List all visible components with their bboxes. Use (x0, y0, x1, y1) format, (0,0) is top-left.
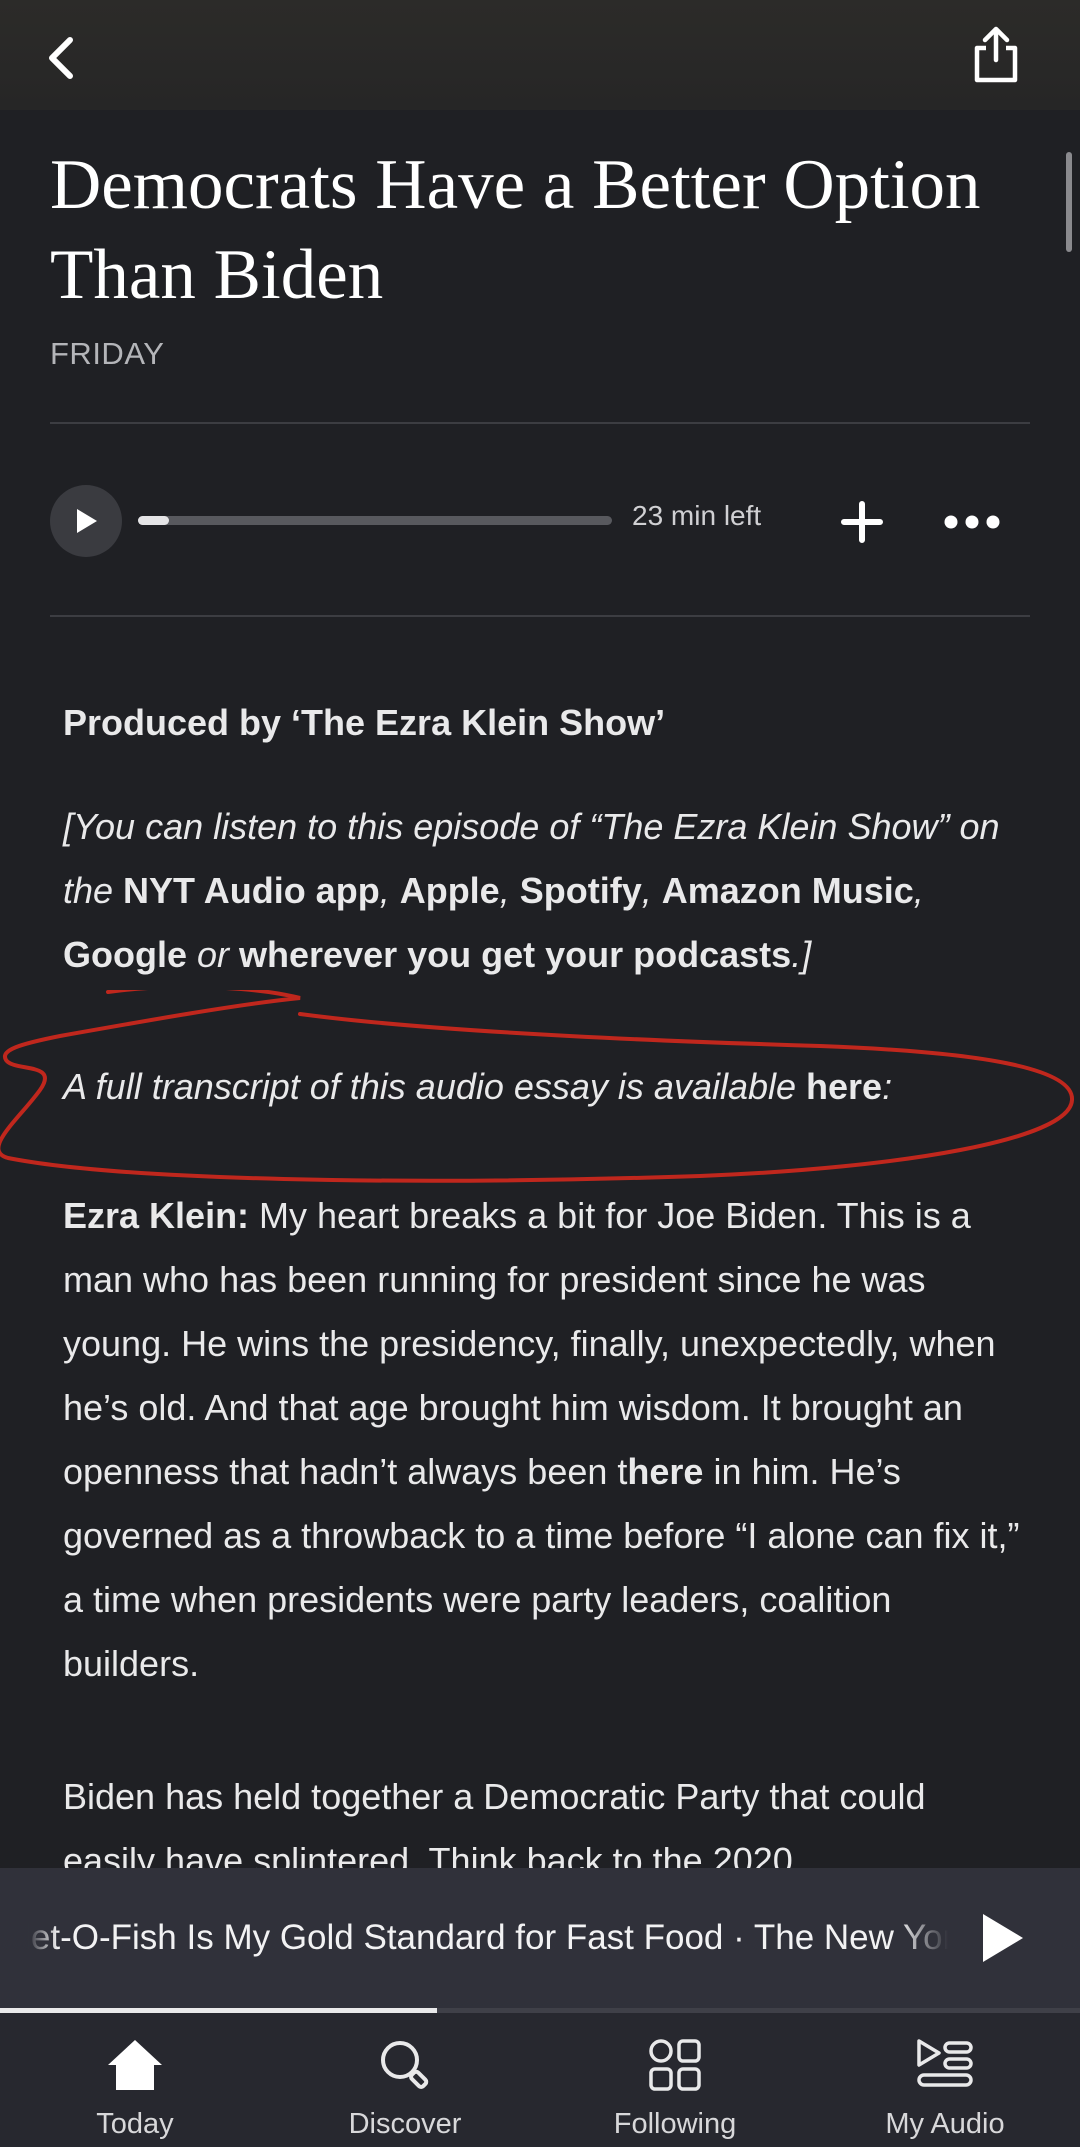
add-to-queue-button[interactable] (836, 496, 888, 548)
listen-close: .] (791, 934, 812, 975)
produced-by: Produced by ‘The Ezra Klein Show’ (63, 702, 666, 743)
divider (50, 615, 1030, 617)
now-playing-title-text: Filet-O-Fish Is My Gold Standard for Fas… (28, 1918, 948, 1957)
tab-today[interactable]: Today (0, 2034, 270, 2144)
chevron-left-icon (49, 37, 73, 79)
grid-icon (649, 2039, 701, 2091)
transcript-note: A full transcript of this audio essay is… (63, 1055, 1023, 1119)
transcript-text: A full transcript of this audio essay is… (63, 1066, 807, 1107)
tab-following[interactable]: Following (540, 2034, 810, 2144)
top-bar (0, 0, 1080, 110)
nyt-audio-link[interactable]: NYT Audio app (123, 870, 380, 911)
paragraph-text: My heart breaks a bit for Joe Biden. Thi… (63, 1195, 996, 1492)
tab-label: My Audio (885, 2108, 1005, 2140)
separator: , (913, 870, 924, 911)
more-options-button[interactable] (940, 500, 1004, 544)
back-button[interactable] (36, 28, 86, 88)
tab-my-audio[interactable]: My Audio (810, 2034, 1080, 2144)
separator: , (379, 870, 400, 911)
audio-progress-bar[interactable] (138, 516, 612, 525)
share-button[interactable] (968, 22, 1024, 86)
divider (50, 422, 1030, 424)
separator: , (641, 870, 662, 911)
tab-label: Discover (348, 2108, 462, 2140)
speaker-name: Ezra Klein: (63, 1195, 250, 1236)
time-left: 23 min left (632, 500, 762, 531)
now-playing-title[interactable]: Filet-O-Fish Is My Gold Standard for Fas… (28, 1908, 948, 1968)
plus-icon (841, 501, 883, 543)
listen-note: [You can listen to this episode of “The … (63, 795, 1023, 987)
tab-label: Today (96, 2108, 174, 2140)
ellipsis-icon (944, 515, 1000, 529)
mini-player-progress (0, 2008, 1080, 2013)
listen-or: or (187, 934, 240, 975)
scrollbar[interactable] (1066, 152, 1072, 252)
amazon-music-link[interactable]: Amazon Music (662, 870, 914, 911)
play-icon (983, 1914, 1023, 1962)
spotify-link[interactable]: Spotify (520, 870, 642, 911)
paragraph: Ezra Klein: My heart breaks a bit for Jo… (63, 1184, 1023, 1696)
mini-player-progress-fill (0, 2008, 438, 2013)
here-link[interactable]: here (627, 1451, 703, 1492)
home-icon (108, 2040, 162, 2090)
article-date: FRIDAY (50, 336, 165, 371)
audio-progress-fill (138, 516, 169, 525)
apple-link[interactable]: Apple (400, 870, 500, 911)
play-icon (77, 509, 97, 533)
play-button[interactable] (50, 485, 122, 557)
playlist-icon (917, 2039, 973, 2087)
tab-bar: Today Discover Following My Audio (0, 2008, 1080, 2147)
article-title: Democrats Have a Better Option Than Bide… (50, 146, 981, 314)
mini-player-play-button[interactable] (970, 1906, 1034, 1970)
google-link[interactable]: Google (63, 934, 187, 975)
share-icon (974, 26, 1018, 83)
tab-discover[interactable]: Discover (270, 2034, 540, 2144)
search-icon (381, 2041, 429, 2089)
separator: , (499, 870, 520, 911)
transcript-link[interactable]: here (806, 1066, 882, 1107)
mini-player[interactable]: Filet-O-Fish Is My Gold Standard for Fas… (0, 1868, 1080, 2008)
tab-label: Following (613, 2108, 737, 2140)
transcript-colon: : (882, 1066, 893, 1107)
wherever-link[interactable]: wherever you get your podcasts (239, 934, 791, 975)
